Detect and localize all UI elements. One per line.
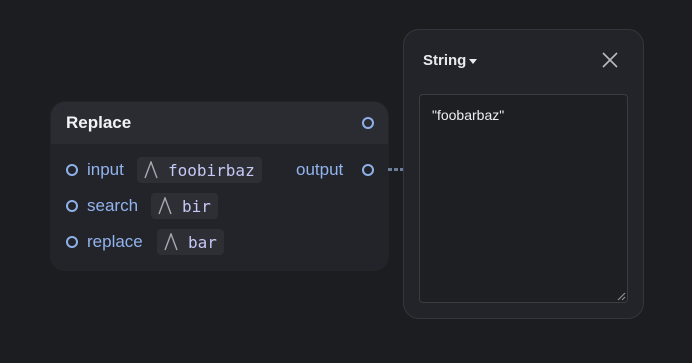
replace-label: replace [87,232,143,251]
replace-value-field[interactable]: bar [157,229,224,255]
input-row-replace: replace bar [51,229,388,255]
value-inspector-panel: String "foobarbaz" [403,29,644,319]
input-port[interactable] [66,164,78,176]
node-header-port[interactable] [362,117,374,129]
node-header[interactable]: Replace [51,102,388,144]
output-wire[interactable] [388,168,404,171]
close-icon [602,52,618,68]
string-type-icon [143,160,159,179]
chevron-down-icon [469,58,478,64]
string-type-icon [157,196,173,215]
type-select-label: String [423,52,467,69]
replace-port[interactable] [66,236,78,248]
input-row-search: search bir [51,193,388,219]
resize-handle-icon[interactable] [616,291,626,301]
node-title: Replace [66,113,132,132]
output-port[interactable] [362,164,374,176]
graph-canvas[interactable]: Replace input foobirbaz output search bi… [0,0,692,363]
string-type-icon [163,232,179,251]
search-value: bir [182,196,211,216]
type-select[interactable]: String [423,52,478,69]
value-text: "foobarbaz" [432,107,505,123]
input-value: foobirbaz [168,160,255,180]
output-label: output [296,160,344,179]
input-row-input: input foobirbaz output [51,157,388,183]
input-value-field[interactable]: foobirbaz [137,157,262,183]
search-value-field[interactable]: bir [151,193,218,219]
input-label: input [87,160,124,179]
close-button[interactable] [600,50,620,70]
search-label: search [87,196,139,215]
replace-node[interactable]: Replace input foobirbaz output search bi… [51,102,388,270]
value-textarea[interactable]: "foobarbaz" [419,94,628,303]
search-port[interactable] [66,200,78,212]
replace-value: bar [188,232,217,252]
